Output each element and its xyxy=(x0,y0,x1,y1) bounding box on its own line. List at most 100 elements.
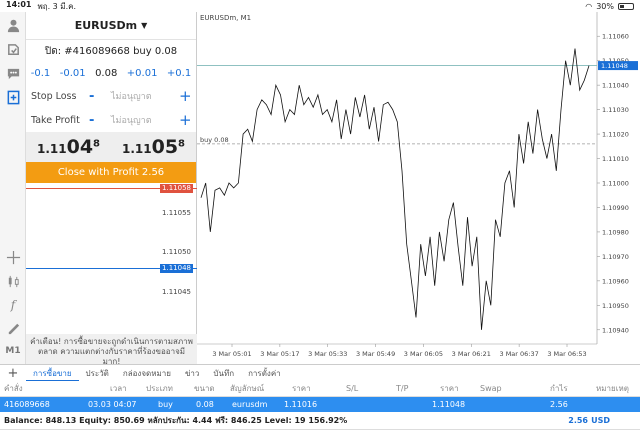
mini-level-2: 1.11050 xyxy=(162,248,191,256)
tab-trade[interactable]: การซื้อขาย xyxy=(26,365,79,382)
cell-profit: 2.56 xyxy=(550,400,568,409)
stop-loss-minus-button[interactable]: - xyxy=(89,89,111,104)
indicator-icon[interactable]: f xyxy=(4,295,22,313)
crosshair-icon[interactable] xyxy=(4,248,22,266)
volume-plus-0.01[interactable]: +0.01 xyxy=(127,68,158,79)
tab-history[interactable]: ประวัติ xyxy=(79,365,116,382)
take-profit-plus-button[interactable]: + xyxy=(179,111,192,129)
col-swap: Swap xyxy=(480,384,502,393)
col-price: ราคา xyxy=(292,384,311,393)
user-icon[interactable] xyxy=(4,16,22,34)
chevron-down-icon: ▼ xyxy=(141,21,148,30)
x-tick-label: 3 Mar 06:37 xyxy=(500,350,539,358)
col-tp: T/P xyxy=(396,384,409,393)
price-chart[interactable]: EURUSDm, M1 1.110601.110501.110401.11030… xyxy=(197,12,640,364)
x-tick-label: 3 Mar 05:01 xyxy=(212,350,251,358)
status-time: 14:01 xyxy=(6,0,32,9)
new-order-icon[interactable] xyxy=(4,88,22,106)
battery-label: 30% xyxy=(596,1,614,11)
table-header: คำสั่ง เวลา ประเภท ขนาด สัญลักษณ์ ราคา S… xyxy=(0,381,640,397)
left-toolbar: f M1 xyxy=(0,12,26,364)
y-tick-label: 1.11040 xyxy=(602,82,629,90)
chart-svg: 1.110601.110501.110401.110301.110201.110… xyxy=(197,12,638,358)
close-with-profit-button[interactable]: Close with Profit 2.56 xyxy=(26,162,196,183)
ask-big: 05 xyxy=(151,136,179,158)
wifi-icon: ◠ xyxy=(585,1,593,11)
mini-level-3: 1.11045 xyxy=(162,288,191,296)
currency-label: USD xyxy=(591,416,610,425)
stop-loss-row: Stop Loss - ไม่อนุญาต + xyxy=(26,84,196,108)
ask-price: 1.11058 xyxy=(122,136,185,158)
accounts-icon[interactable] xyxy=(4,40,22,58)
stop-loss-plus-button[interactable]: + xyxy=(179,87,192,105)
x-tick-label: 3 Mar 05:49 xyxy=(356,350,395,358)
symbol-selector[interactable]: EURUSDm ▼ xyxy=(26,12,196,40)
candles-icon[interactable] xyxy=(4,272,22,290)
cell-volume: 0.08 xyxy=(196,400,214,409)
chat-icon[interactable] xyxy=(4,64,22,82)
volume-value[interactable]: 0.08 xyxy=(95,68,117,79)
table-row[interactable]: 416089668 03.03 04:07 buy 0.08 eurusdm 1… xyxy=(0,397,640,412)
x-tick-label: 3 Mar 05:17 xyxy=(260,350,299,358)
take-profit-minus-button[interactable]: - xyxy=(89,113,111,128)
timeframe-button[interactable]: M1 xyxy=(4,342,22,360)
y-axis-ticks: 1.110601.110501.110401.110301.110201.110… xyxy=(597,33,629,334)
mini-level-red-tag: 1.11058 xyxy=(160,184,193,193)
cell-symbol: eurusdm xyxy=(232,400,268,409)
x-tick-label: 3 Mar 05:33 xyxy=(308,350,347,358)
stop-loss-value[interactable]: ไม่อนุญาต xyxy=(111,89,179,103)
status-date: พฤ. 3 มี.ค. xyxy=(37,1,77,11)
volume-minus-0.1[interactable]: -0.1 xyxy=(31,68,51,79)
y-tick-label: 1.11010 xyxy=(602,155,629,163)
terminal-tabs: + การซื้อขาย ประวัติ กล่องจดหมาย ข่าว บั… xyxy=(0,364,640,382)
cell-order: 416089668 xyxy=(4,400,50,409)
battery-icon xyxy=(618,2,634,10)
order-panel: EURUSDm ▼ ปิด: #416089668 buy 0.08 -0.1 … xyxy=(26,12,197,366)
price-line-series xyxy=(200,48,590,330)
current-price-label: 1.11048 xyxy=(601,62,628,70)
mini-level-1: 1.11055 xyxy=(162,209,191,217)
bid-big: 04 xyxy=(66,136,94,158)
footer-area xyxy=(0,430,640,447)
y-tick-label: 1.10940 xyxy=(602,326,629,334)
col-symbol: สัญลักษณ์ xyxy=(230,384,265,393)
order-title: ปิด: #416089668 buy 0.08 xyxy=(44,45,178,57)
x-axis-ticks: 3 Mar 05:01 3 Mar 05:17 3 Mar 05:33 3 Mar 0… xyxy=(212,344,587,358)
tab-journal[interactable]: บันทึก xyxy=(206,365,241,382)
tab-news[interactable]: ข่าว xyxy=(178,365,206,382)
tab-settings[interactable]: การตั้งค่า xyxy=(241,365,288,382)
take-profit-row: Take Profit - ไม่อนุญาต + xyxy=(26,108,196,132)
y-tick-label: 1.10970 xyxy=(602,253,629,261)
y-tick-label: 1.10950 xyxy=(602,302,629,310)
col-volume: ขนาด xyxy=(194,384,215,393)
cell-price: 1.11016 xyxy=(284,400,318,409)
battery-fill xyxy=(620,4,624,8)
col-profit: กำไร xyxy=(550,384,568,393)
y-tick-label: 1.11060 xyxy=(602,33,629,41)
total-profit: 2.56 xyxy=(568,416,588,425)
warning-message: คำเตือน! การซื้อขายจะถูกดำเนินการตามสภาพ… xyxy=(26,334,197,366)
symbol-name: EURUSDm xyxy=(74,19,138,32)
take-profit-value[interactable]: ไม่อนุญาต xyxy=(111,113,179,127)
col-time: เวลา xyxy=(110,384,127,393)
col-order: คำสั่ง xyxy=(4,384,23,393)
ask-prefix: 1.11 xyxy=(121,142,152,156)
tab-mailbox[interactable]: กล่องจดหมาย xyxy=(116,365,178,382)
col-comment: หมายเหตุ xyxy=(596,384,629,393)
volume-stepper: -0.1 -0.01 0.08 +0.01 +0.1 xyxy=(26,62,196,84)
ask-sup: 8 xyxy=(178,138,186,150)
objects-icon[interactable] xyxy=(4,318,22,336)
quote-prices: 1.11048 1.11058 xyxy=(26,132,196,162)
cell-time: 03.03 04:07 xyxy=(88,400,137,409)
add-icon[interactable]: + xyxy=(0,366,26,381)
y-tick-label: 1.10980 xyxy=(602,228,629,236)
volume-minus-0.01[interactable]: -0.01 xyxy=(60,68,86,79)
bid-price: 1.11048 xyxy=(37,136,100,158)
mini-price-chart: 1.11058 1.11055 1.11050 1.11048 1.11045 xyxy=(26,182,197,332)
y-tick-label: 1.10960 xyxy=(602,277,629,285)
y-tick-label: 1.11020 xyxy=(602,131,629,139)
volume-plus-0.1[interactable]: +0.1 xyxy=(167,68,191,79)
col-current-price: ราคา xyxy=(440,384,459,393)
mini-level-blue-tag: 1.11048 xyxy=(160,264,193,273)
x-tick-label: 3 Mar 06:53 xyxy=(547,350,586,358)
